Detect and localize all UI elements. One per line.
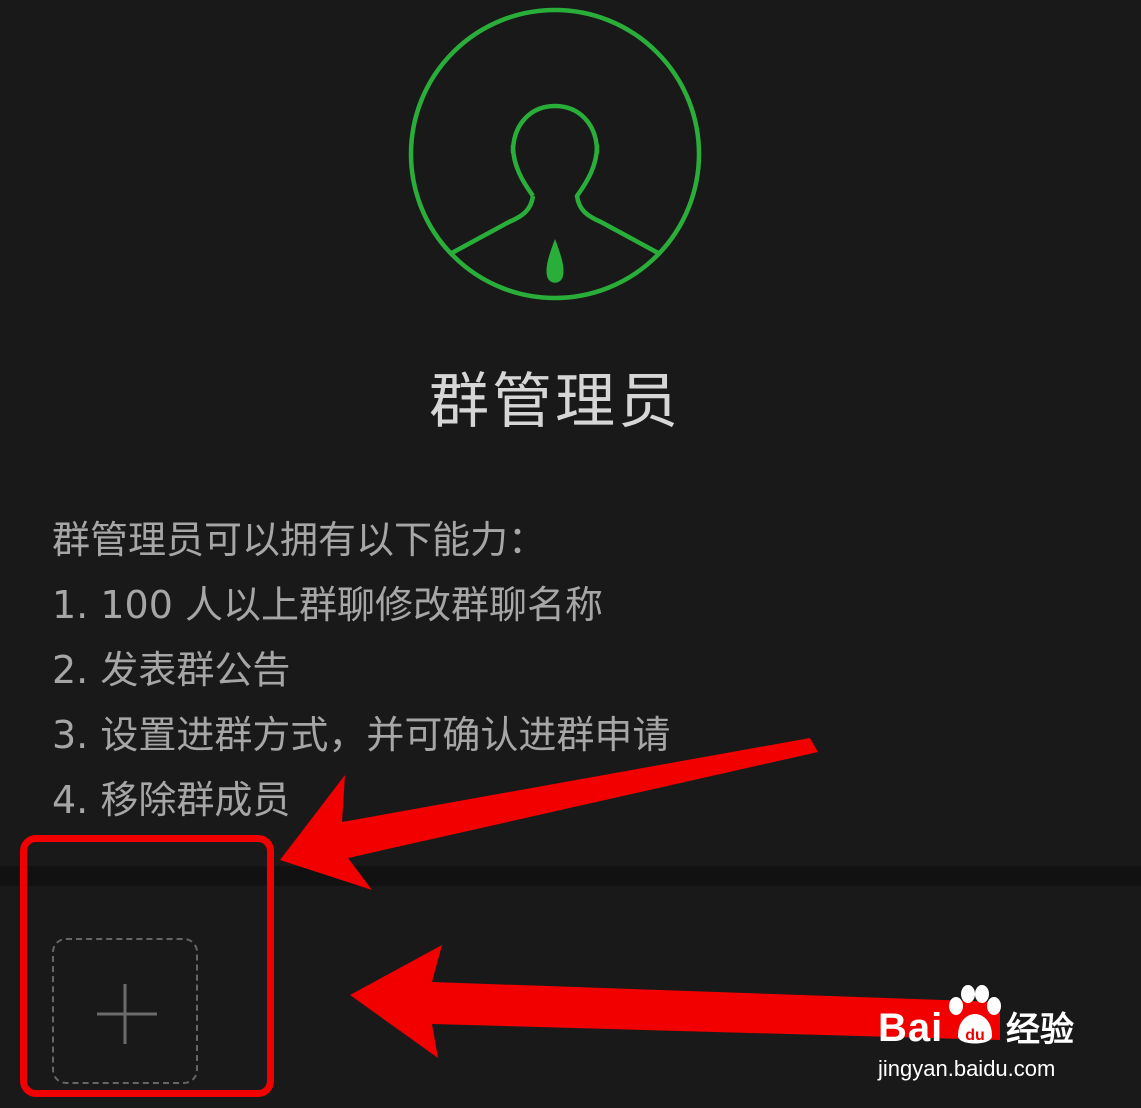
watermark-brand: Bai <box>878 1006 944 1050</box>
annotation-arrows <box>280 738 1000 1058</box>
svg-text:du: du <box>965 1027 985 1044</box>
watermark-jingyan: 经验 <box>1006 1010 1074 1050</box>
watermark-url: jingyan.baidu.com <box>878 1056 1056 1081</box>
red-arrow-icon <box>280 738 818 890</box>
baidu-jingyan-watermark: Bai du 经验 jingyan.baidu.com <box>878 984 1098 1094</box>
paw-icon: du <box>949 985 1001 1044</box>
